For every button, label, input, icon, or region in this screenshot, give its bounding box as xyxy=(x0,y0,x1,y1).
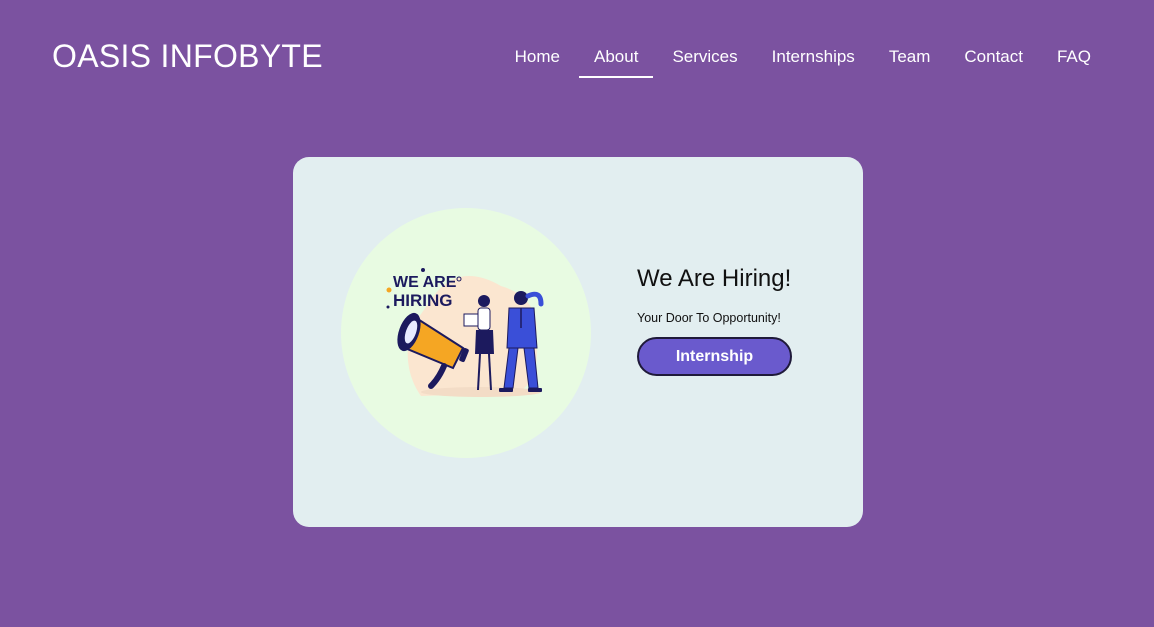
main-nav: Home About Services Internships Team Con… xyxy=(498,44,1108,78)
we-are-hiring-image: WE ARE HIRING xyxy=(386,268,544,397)
image-text-we-are: WE ARE xyxy=(393,274,457,291)
hiring-copy: We Are Hiring! Your Door To Opportunity!… xyxy=(637,265,792,376)
nav-services[interactable]: Services xyxy=(657,44,752,78)
nav-about[interactable]: About xyxy=(579,44,654,78)
image-text-hiring: HIRING xyxy=(393,291,453,310)
hiring-title: We Are Hiring! xyxy=(637,265,792,292)
nav-contact[interactable]: Contact xyxy=(949,44,1038,78)
hiring-subtitle: Your Door To Opportunity! xyxy=(637,311,781,325)
nav-home[interactable]: Home xyxy=(500,44,575,78)
internship-button[interactable]: Internship xyxy=(637,337,792,376)
brand-logo-text[interactable]: OASIS INFOBYTE xyxy=(52,38,323,75)
hiring-card: WE ARE HIRING We Are Hiring! Your Door T… xyxy=(293,157,863,527)
nav-faq[interactable]: FAQ xyxy=(1042,44,1106,78)
nav-team[interactable]: Team xyxy=(874,44,946,78)
hiring-illustration: WE ARE HIRING xyxy=(341,208,591,458)
nav-internships[interactable]: Internships xyxy=(757,44,870,78)
